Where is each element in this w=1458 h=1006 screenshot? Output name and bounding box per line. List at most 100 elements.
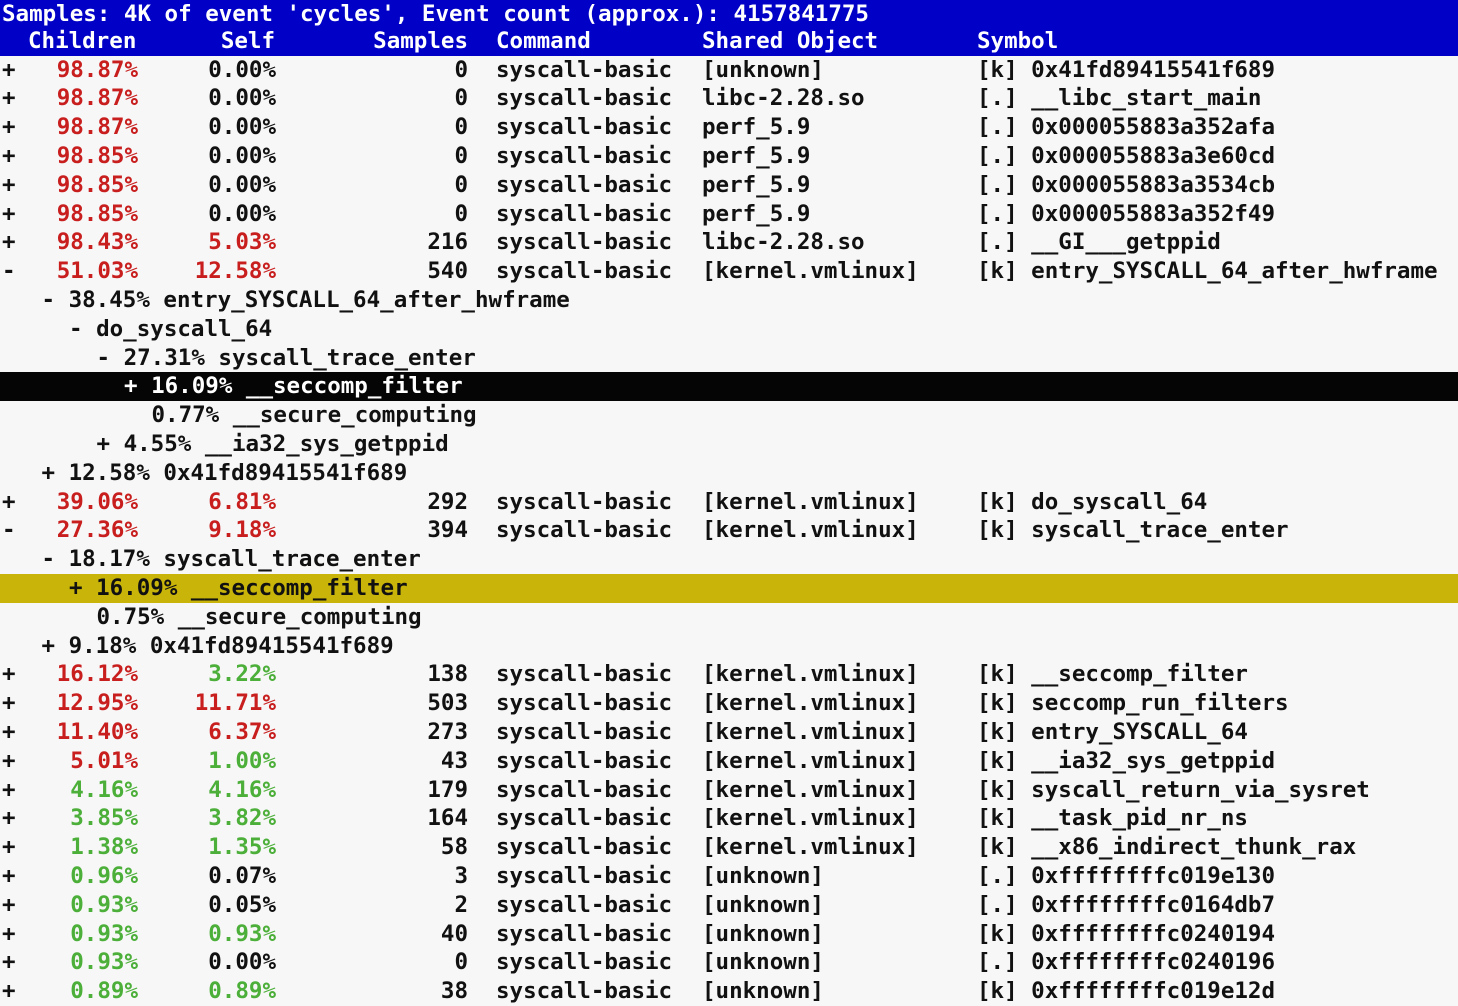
table-row[interactable]: +0.93% 0.00% 0 syscall-basic [unknown] [.] 0x… [0, 948, 1458, 977]
expand-toggle[interactable]: + [2, 56, 16, 85]
callchain-row[interactable]: 0.77% __secure_computing [0, 401, 1458, 430]
symbol-name: [k] entry_SYSCALL_64_after_hwframe [977, 258, 1438, 285]
samples-column-header[interactable]: Samples [360, 27, 468, 56]
callchain-row[interactable]: + 4.55% __ia32_sys_getppid [0, 430, 1458, 459]
expand-toggle[interactable]: + [2, 747, 16, 776]
shared-object-name: perf_5.9 [702, 171, 811, 198]
table-row[interactable]: +5.01% 1.00% 43 syscall-basic [kernel.vmlinu… [0, 747, 1458, 776]
callchain-row[interactable]: + 16.09% __seccomp_filter [0, 372, 1458, 402]
callchain-entry[interactable]: - 38.45% entry_SYSCALL_64_after_hwframe [42, 286, 570, 315]
table-row[interactable]: +39.06% 6.81% 292 syscall-basic [kernel.vmli… [0, 488, 1458, 517]
shared-object-column-header[interactable]: Shared Object [702, 27, 878, 56]
expand-toggle[interactable]: + [2, 862, 16, 891]
callchain-row[interactable]: - 27.31% syscall_trace_enter [0, 344, 1458, 373]
callchain-row[interactable]: 0.75% __secure_computing [0, 603, 1458, 632]
expand-toggle[interactable]: + [2, 776, 16, 805]
expand-toggle[interactable]: - [2, 516, 16, 545]
callchain-entry[interactable]: - do_syscall_64 [69, 315, 272, 344]
callchain-entry[interactable]: - 18.17% syscall_trace_enter [42, 545, 421, 574]
self-percent: 11.71% [194, 690, 276, 717]
table-row[interactable]: - 27.36% 9.18% 394 syscall-basic [kernel.vmli… [0, 516, 1458, 545]
expand-toggle[interactable]: + [2, 718, 16, 747]
table-row[interactable]: +98.87% 0.00% 0 syscall-basic libc-2.28.so [.… [0, 84, 1458, 113]
table-row[interactable]: +0.93% 0.05% 2 syscall-basic [unknown] [.] 0x… [0, 891, 1458, 920]
table-row[interactable]: +98.85% 0.00% 0 syscall-basic perf_5.9 [.] 0x… [0, 200, 1458, 229]
callchain-entry[interactable]: + 16.09% __seccomp_filter [69, 574, 408, 603]
expand-toggle[interactable]: + [2, 171, 16, 200]
self-percent: 0.00% [208, 85, 276, 112]
expand-toggle[interactable]: + [2, 200, 16, 229]
children-percent: 98.85% [56, 171, 138, 198]
symbol-name: [.] 0x000055883a352f49 [977, 200, 1276, 227]
expand-toggle[interactable]: - [2, 257, 16, 286]
table-row[interactable]: +98.85% 0.00% 0 syscall-basic perf_5.9 [.] 0x… [0, 171, 1458, 200]
command-name: syscall-basic [496, 258, 673, 285]
expand-toggle[interactable]: + [2, 84, 16, 113]
samples-count: 0 [454, 949, 468, 976]
expand-toggle[interactable]: + [2, 228, 16, 257]
symbol-column-header[interactable]: Symbol [977, 27, 1058, 56]
expand-toggle[interactable]: + [2, 689, 16, 718]
expand-toggle[interactable]: + [2, 488, 16, 517]
symbol-name: [k] entry_SYSCALL_64 [977, 718, 1248, 745]
symbol-name: [.] __libc_start_main [977, 85, 1262, 112]
symbol-name: [k] __task_pid_nr_ns [977, 805, 1248, 832]
table-row[interactable]: +12.95% 11.71% 503 syscall-basic [kernel.vml… [0, 689, 1458, 718]
command-column-header[interactable]: Command [496, 27, 591, 56]
children-percent: 0.89% [70, 978, 138, 1005]
table-row[interactable]: +11.40% 6.37% 273 syscall-basic [kernel.vmli… [0, 718, 1458, 747]
samples-count: 540 [427, 258, 468, 285]
children-column-header[interactable]: Children [28, 27, 136, 56]
callchain-entry[interactable]: 0.77% __secure_computing [152, 401, 477, 430]
expand-toggle[interactable]: + [2, 920, 16, 949]
samples-count: 273 [427, 718, 468, 745]
callchain-row[interactable]: + 9.18% 0x41fd89415541f689 [0, 632, 1458, 661]
table-row[interactable]: - 51.03% 12.58% 540 syscall-basic [kernel.vml… [0, 257, 1458, 286]
symbol-name: [k] syscall_trace_enter [977, 517, 1289, 544]
expand-toggle[interactable]: + [2, 833, 16, 862]
expand-toggle[interactable]: + [2, 660, 16, 689]
children-percent: 4.16% [70, 776, 138, 803]
expand-toggle[interactable]: + [2, 113, 16, 142]
command-name: syscall-basic [496, 142, 673, 169]
samples-count: 43 [440, 747, 468, 774]
callchain-entry[interactable]: 0.75% __secure_computing [97, 603, 422, 632]
table-row[interactable]: +1.38% 1.35% 58 syscall-basic [kernel.vmlinu… [0, 833, 1458, 862]
expand-toggle[interactable]: + [2, 142, 16, 171]
symbol-name: [k] do_syscall_64 [977, 488, 1208, 515]
expand-toggle[interactable]: + [2, 948, 16, 977]
table-row[interactable]: +98.87% 0.00% 0 syscall-basic perf_5.9 [.] 0x… [0, 113, 1458, 142]
expand-toggle[interactable]: + [2, 891, 16, 920]
table-row[interactable]: +98.43% 5.03% 216 syscall-basic libc-2.28.so… [0, 228, 1458, 257]
self-percent: 0.93% [208, 920, 276, 947]
command-name: syscall-basic [496, 805, 673, 832]
callchain-entry[interactable]: + 9.18% 0x41fd89415541f689 [42, 632, 394, 661]
callchain-row[interactable]: - 18.17% syscall_trace_enter [0, 545, 1458, 574]
table-row[interactable]: +98.85% 0.00% 0 syscall-basic perf_5.9 [.] 0x… [0, 142, 1458, 171]
command-name: syscall-basic [496, 891, 673, 918]
table-row[interactable]: +4.16% 4.16% 179 syscall-basic [kernel.vmlin… [0, 776, 1458, 805]
callchain-entry[interactable]: + 12.58% 0x41fd89415541f689 [42, 459, 408, 488]
table-row[interactable]: +0.96% 0.07% 3 syscall-basic [unknown] [.] 0x… [0, 862, 1458, 891]
callchain-row[interactable]: + 16.09% __seccomp_filter [0, 573, 1458, 603]
table-row[interactable]: +16.12% 3.22% 138 syscall-basic [kernel.vmli… [0, 660, 1458, 689]
expand-toggle[interactable]: + [2, 804, 16, 833]
table-row[interactable]: +98.87% 0.00% 0 syscall-basic [unknown] [k] 0… [0, 56, 1458, 85]
samples-count: 2 [454, 891, 468, 918]
callchain-entry[interactable]: + 4.55% __ia32_sys_getppid [97, 430, 449, 459]
table-row[interactable]: +3.85% 3.82% 164 syscall-basic [kernel.vmlin… [0, 804, 1458, 833]
callchain-row[interactable]: - do_syscall_64 [0, 315, 1458, 344]
table-row[interactable]: +0.89% 0.89% 38 syscall-basic [unknown] [k] 0… [0, 977, 1458, 1006]
callchain-entry[interactable]: + 16.09% __seccomp_filter [124, 372, 463, 401]
shared-object-name: [kernel.vmlinux] [702, 805, 919, 832]
children-percent: 0.96% [70, 862, 138, 889]
callchain-row[interactable]: + 12.58% 0x41fd89415541f689 [0, 459, 1458, 488]
table-row[interactable]: +0.93% 0.93% 40 syscall-basic [unknown] [k] 0… [0, 920, 1458, 949]
shared-object-name: perf_5.9 [702, 142, 811, 169]
expand-toggle[interactable]: + [2, 977, 16, 1006]
callchain-row[interactable]: - 38.45% entry_SYSCALL_64_after_hwframe [0, 286, 1458, 315]
command-name: syscall-basic [496, 949, 673, 976]
callchain-entry[interactable]: - 27.31% syscall_trace_enter [97, 344, 476, 373]
self-column-header[interactable]: Self [180, 27, 275, 56]
shared-object-name: libc-2.28.so [702, 85, 865, 112]
